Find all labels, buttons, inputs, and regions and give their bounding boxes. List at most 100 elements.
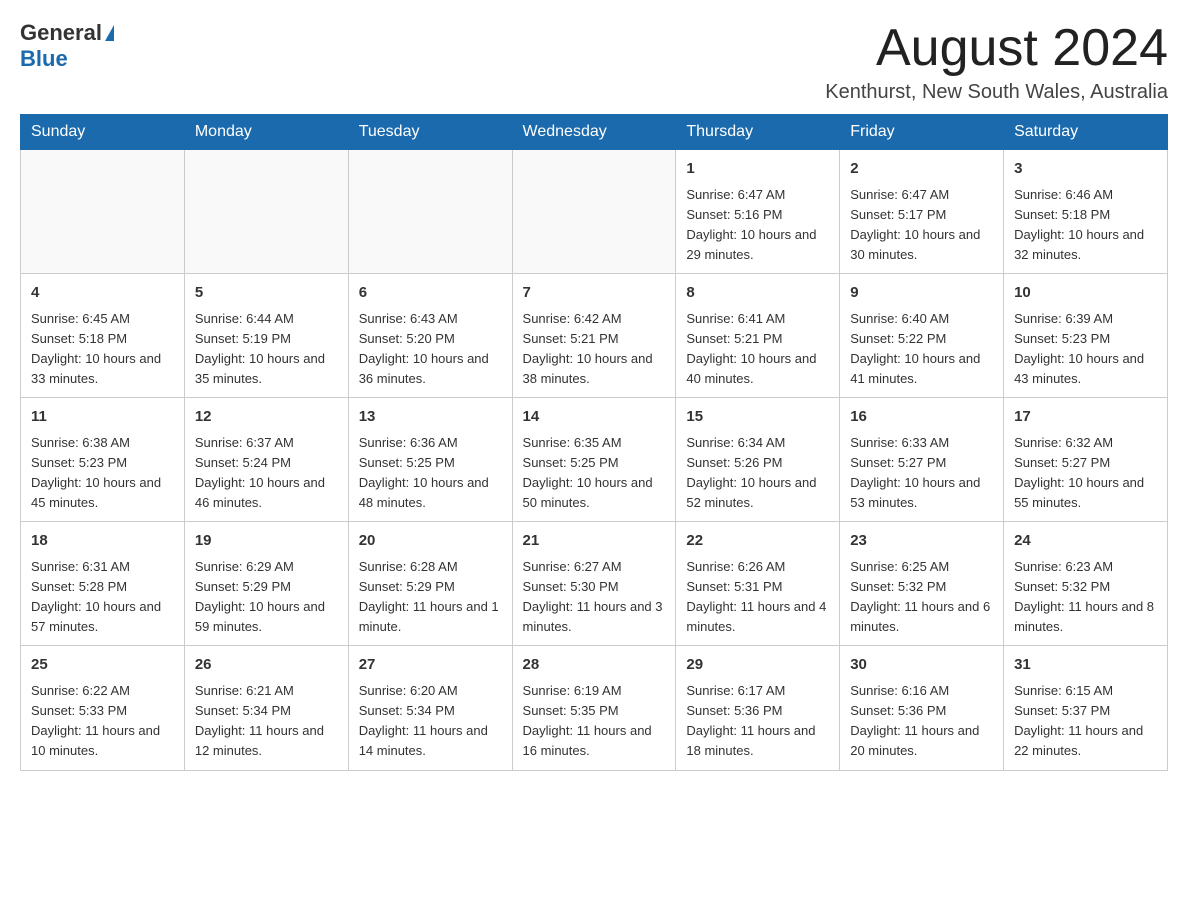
- day-info: Sunrise: 6:27 AM Sunset: 5:30 PM Dayligh…: [523, 559, 663, 634]
- page-header: General Blue August 2024 Kenthurst, New …: [20, 20, 1168, 104]
- day-number: 19: [195, 530, 338, 553]
- calendar-day-header: Saturday: [1004, 115, 1168, 150]
- calendar-table: SundayMondayTuesdayWednesdayThursdayFrid…: [20, 114, 1168, 770]
- calendar-day-cell: 3 Sunrise: 6:46 AM Sunset: 5:18 PM Daylig…: [1004, 150, 1168, 274]
- day-number: 8: [686, 282, 829, 305]
- calendar-day-cell: 14 Sunrise: 6:35 AM Sunset: 5:25 PM Dayli…: [512, 398, 676, 522]
- calendar-day-cell: 12 Sunrise: 6:37 AM Sunset: 5:24 PM Dayli…: [184, 398, 348, 522]
- day-number: 10: [1014, 282, 1157, 305]
- logo-blue-text: Blue: [20, 46, 68, 72]
- calendar-day-header: Friday: [840, 115, 1004, 150]
- day-number: 3: [1014, 158, 1157, 181]
- calendar-day-cell: 19 Sunrise: 6:29 AM Sunset: 5:29 PM Dayli…: [184, 522, 348, 646]
- day-number: 6: [359, 282, 502, 305]
- day-info: Sunrise: 6:26 AM Sunset: 5:31 PM Dayligh…: [686, 559, 826, 634]
- calendar-day-header: Thursday: [676, 115, 840, 150]
- calendar-day-cell: 7Sunrise: 6:42 AM Sunset: 5:21 PM Daylig…: [512, 274, 676, 398]
- day-number: 15: [686, 406, 829, 429]
- day-info: Sunrise: 6:37 AM Sunset: 5:24 PM Dayligh…: [195, 435, 325, 510]
- day-info: Sunrise: 6:46 AM Sunset: 5:18 PM Dayligh…: [1014, 187, 1144, 262]
- calendar-day-cell: 30 Sunrise: 6:16 AM Sunset: 5:36 PM Dayli…: [840, 646, 1004, 770]
- calendar-day-header: Tuesday: [348, 115, 512, 150]
- calendar-day-cell: 28Sunrise: 6:19 AM Sunset: 5:35 PM Dayli…: [512, 646, 676, 770]
- calendar-day-cell: 25 Sunrise: 6:22 AM Sunset: 5:33 PM Dayli…: [21, 646, 185, 770]
- calendar-header-row: SundayMondayTuesdayWednesdayThursdayFrid…: [21, 115, 1168, 150]
- day-info: Sunrise: 6:22 AM Sunset: 5:33 PM Dayligh…: [31, 683, 160, 758]
- day-number: 18: [31, 530, 174, 553]
- day-info: Sunrise: 6:29 AM Sunset: 5:29 PM Dayligh…: [195, 559, 325, 634]
- day-number: 26: [195, 654, 338, 677]
- day-info: Sunrise: 6:32 AM Sunset: 5:27 PM Dayligh…: [1014, 435, 1144, 510]
- day-info: Sunrise: 6:47 AM Sunset: 5:16 PM Dayligh…: [686, 187, 816, 262]
- calendar-day-header: Sunday: [21, 115, 185, 150]
- calendar-day-cell: 16Sunrise: 6:33 AM Sunset: 5:27 PM Dayli…: [840, 398, 1004, 522]
- day-info: Sunrise: 6:17 AM Sunset: 5:36 PM Dayligh…: [686, 683, 815, 758]
- day-info: Sunrise: 6:20 AM Sunset: 5:34 PM Dayligh…: [359, 683, 488, 758]
- day-number: 14: [523, 406, 666, 429]
- day-number: 25: [31, 654, 174, 677]
- calendar-week-row: 18 Sunrise: 6:31 AM Sunset: 5:28 PM Dayli…: [21, 522, 1168, 646]
- day-info: Sunrise: 6:35 AM Sunset: 5:25 PM Dayligh…: [523, 435, 653, 510]
- day-info: Sunrise: 6:31 AM Sunset: 5:28 PM Dayligh…: [31, 559, 161, 634]
- day-info: Sunrise: 6:33 AM Sunset: 5:27 PM Dayligh…: [850, 435, 980, 510]
- day-info: Sunrise: 6:28 AM Sunset: 5:29 PM Dayligh…: [359, 559, 499, 634]
- day-number: 4: [31, 282, 174, 305]
- calendar-day-cell: 20 Sunrise: 6:28 AM Sunset: 5:29 PM Dayli…: [348, 522, 512, 646]
- day-number: 22: [686, 530, 829, 553]
- logo-general-text: General: [20, 20, 102, 46]
- day-number: 5: [195, 282, 338, 305]
- calendar-day-cell: 2 Sunrise: 6:47 AM Sunset: 5:17 PM Daylig…: [840, 150, 1004, 274]
- calendar-day-header: Monday: [184, 115, 348, 150]
- calendar-day-header: Wednesday: [512, 115, 676, 150]
- calendar-week-row: 25 Sunrise: 6:22 AM Sunset: 5:33 PM Dayli…: [21, 646, 1168, 770]
- calendar-day-cell: [184, 150, 348, 274]
- calendar-day-cell: 23Sunrise: 6:25 AM Sunset: 5:32 PM Dayli…: [840, 522, 1004, 646]
- day-info: Sunrise: 6:19 AM Sunset: 5:35 PM Dayligh…: [523, 683, 652, 758]
- calendar-day-cell: 13 Sunrise: 6:36 AM Sunset: 5:25 PM Dayli…: [348, 398, 512, 522]
- calendar-day-cell: 17 Sunrise: 6:32 AM Sunset: 5:27 PM Dayli…: [1004, 398, 1168, 522]
- day-info: Sunrise: 6:38 AM Sunset: 5:23 PM Dayligh…: [31, 435, 161, 510]
- day-number: 13: [359, 406, 502, 429]
- title-section: August 2024 Kenthurst, New South Wales, …: [825, 20, 1168, 104]
- day-number: 11: [31, 406, 174, 429]
- day-number: 12: [195, 406, 338, 429]
- calendar-day-cell: 18 Sunrise: 6:31 AM Sunset: 5:28 PM Dayli…: [21, 522, 185, 646]
- day-number: 2: [850, 158, 993, 181]
- day-info: Sunrise: 6:23 AM Sunset: 5:32 PM Dayligh…: [1014, 559, 1154, 634]
- calendar-day-cell: 4Sunrise: 6:45 AM Sunset: 5:18 PM Daylig…: [21, 274, 185, 398]
- day-number: 17: [1014, 406, 1157, 429]
- calendar-day-cell: 26 Sunrise: 6:21 AM Sunset: 5:34 PM Dayli…: [184, 646, 348, 770]
- day-info: Sunrise: 6:40 AM Sunset: 5:22 PM Dayligh…: [850, 311, 980, 386]
- day-number: 1: [686, 158, 829, 181]
- day-number: 29: [686, 654, 829, 677]
- day-info: Sunrise: 6:43 AM Sunset: 5:20 PM Dayligh…: [359, 311, 489, 386]
- day-info: Sunrise: 6:39 AM Sunset: 5:23 PM Dayligh…: [1014, 311, 1144, 386]
- calendar-day-cell: 9 Sunrise: 6:40 AM Sunset: 5:22 PM Daylig…: [840, 274, 1004, 398]
- calendar-day-cell: 21Sunrise: 6:27 AM Sunset: 5:30 PM Dayli…: [512, 522, 676, 646]
- calendar-day-cell: 6 Sunrise: 6:43 AM Sunset: 5:20 PM Daylig…: [348, 274, 512, 398]
- calendar-day-cell: 11 Sunrise: 6:38 AM Sunset: 5:23 PM Dayli…: [21, 398, 185, 522]
- calendar-day-cell: [21, 150, 185, 274]
- day-info: Sunrise: 6:47 AM Sunset: 5:17 PM Dayligh…: [850, 187, 980, 262]
- calendar-day-cell: [512, 150, 676, 274]
- day-info: Sunrise: 6:21 AM Sunset: 5:34 PM Dayligh…: [195, 683, 324, 758]
- day-number: 9: [850, 282, 993, 305]
- calendar-week-row: 4Sunrise: 6:45 AM Sunset: 5:18 PM Daylig…: [21, 274, 1168, 398]
- calendar-day-cell: 31Sunrise: 6:15 AM Sunset: 5:37 PM Dayli…: [1004, 646, 1168, 770]
- day-info: Sunrise: 6:44 AM Sunset: 5:19 PM Dayligh…: [195, 311, 325, 386]
- calendar-day-cell: [348, 150, 512, 274]
- logo-triangle-icon: [105, 25, 114, 41]
- day-info: Sunrise: 6:16 AM Sunset: 5:36 PM Dayligh…: [850, 683, 979, 758]
- day-info: Sunrise: 6:15 AM Sunset: 5:37 PM Dayligh…: [1014, 683, 1143, 758]
- day-info: Sunrise: 6:25 AM Sunset: 5:32 PM Dayligh…: [850, 559, 990, 634]
- calendar-day-cell: 22 Sunrise: 6:26 AM Sunset: 5:31 PM Dayli…: [676, 522, 840, 646]
- calendar-day-cell: 8Sunrise: 6:41 AM Sunset: 5:21 PM Daylig…: [676, 274, 840, 398]
- day-info: Sunrise: 6:36 AM Sunset: 5:25 PM Dayligh…: [359, 435, 489, 510]
- logo: General Blue: [20, 20, 114, 72]
- day-number: 30: [850, 654, 993, 677]
- calendar-day-cell: 15 Sunrise: 6:34 AM Sunset: 5:26 PM Dayli…: [676, 398, 840, 522]
- day-info: Sunrise: 6:34 AM Sunset: 5:26 PM Dayligh…: [686, 435, 816, 510]
- calendar-day-cell: 27Sunrise: 6:20 AM Sunset: 5:34 PM Dayli…: [348, 646, 512, 770]
- day-number: 20: [359, 530, 502, 553]
- calendar-day-cell: 1 Sunrise: 6:47 AM Sunset: 5:16 PM Daylig…: [676, 150, 840, 274]
